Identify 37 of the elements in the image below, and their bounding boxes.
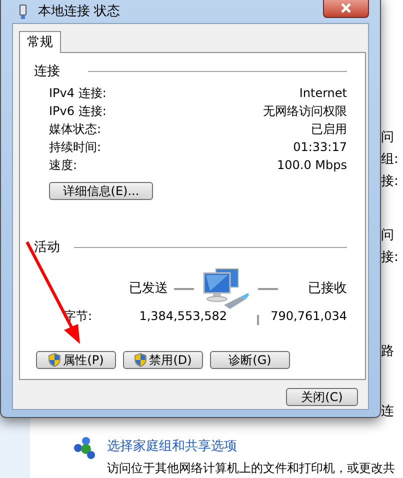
background-text: 组: <box>381 151 398 169</box>
field-value: 已启用 <box>311 120 347 138</box>
field-value: 01:33:17 <box>293 138 347 156</box>
sent-label: 已发送 <box>129 280 168 298</box>
background-text: 问 <box>381 227 394 245</box>
background-text: 接: <box>381 249 398 267</box>
bytes-received: 790,761,034 <box>270 308 347 325</box>
background-text: 问 <box>381 129 394 147</box>
field-label: 持续时间: <box>49 138 102 156</box>
background-text: 连 <box>381 403 394 421</box>
field-label: IPv6 连接: <box>49 102 106 120</box>
dialog-button[interactable]: 关闭(C) <box>286 388 358 406</box>
field-value: 无网络访问权限 <box>263 102 347 120</box>
network-computers-icon <box>202 267 250 311</box>
field-value: Internet <box>299 84 347 102</box>
field-label: 媒体状态: <box>49 120 102 138</box>
window-title: 本地连接 状态 <box>38 3 120 22</box>
close-button[interactable] <box>323 0 369 18</box>
background-text: 接: <box>381 173 398 191</box>
dialog-button[interactable]: 属性(P) <box>36 351 116 369</box>
dialog-button[interactable]: 诊断(G) <box>210 351 290 369</box>
dialog-button[interactable]: 禁用(D) <box>123 351 203 369</box>
tab[interactable]: 常规 <box>19 31 61 53</box>
homegroup-icon <box>73 436 97 460</box>
background-text: 路 <box>381 343 394 361</box>
section-heading: 活动 <box>34 238 60 256</box>
homegroup-link[interactable]: 选择家庭组和共享选项 <box>107 437 237 456</box>
section-heading: 连接 <box>34 63 60 81</box>
received-label: 已接收 <box>308 280 347 298</box>
dialog-button[interactable]: 详细信息(E)... <box>49 182 153 200</box>
bytes-sent: 1,384,553,582 <box>138 308 227 325</box>
close-icon <box>340 3 352 13</box>
field-label: 速度: <box>49 156 78 174</box>
description-text: 访问位于其他网络计算机上的文件和打印机，或更改共 <box>107 460 395 477</box>
network-adapter-icon <box>18 4 28 20</box>
field-label: IPv4 连接: <box>49 84 106 102</box>
field-value: 100.0 Mbps <box>276 156 347 174</box>
